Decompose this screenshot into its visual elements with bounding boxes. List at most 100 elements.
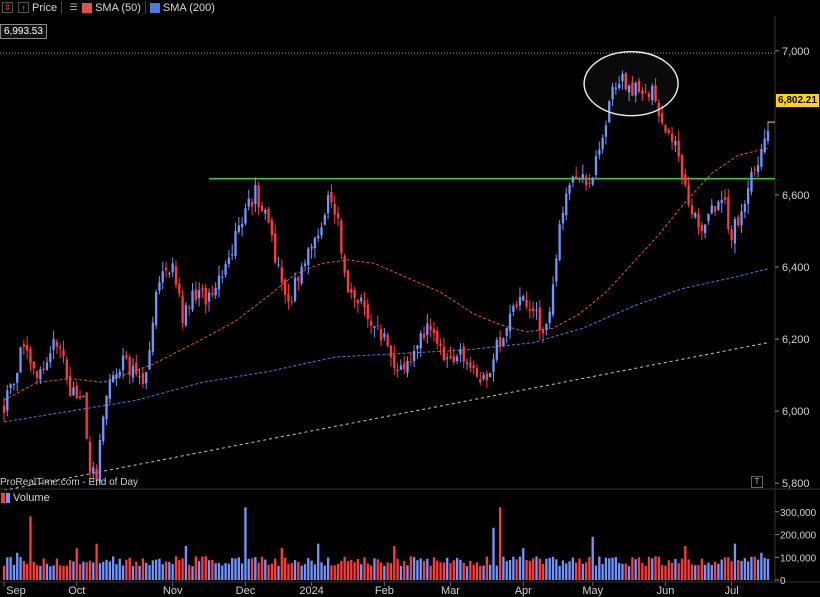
- volume-bar: [59, 565, 62, 580]
- candle-body: [740, 211, 743, 225]
- volume-bar: [475, 562, 479, 580]
- volume-bar: [528, 560, 532, 580]
- candle-body: [733, 219, 737, 244]
- volume-bar: [651, 558, 654, 580]
- candle-body: [131, 365, 135, 378]
- volume-bar: [393, 545, 396, 580]
- volume-bar: [733, 543, 737, 580]
- candle-body: [479, 379, 482, 383]
- volume-bar: [482, 565, 485, 580]
- volume-bar: [416, 560, 419, 580]
- volume-bar: [72, 561, 75, 580]
- candle-body: [191, 290, 194, 310]
- candle-body: [204, 287, 207, 305]
- volume-bar: [207, 560, 211, 580]
- candle-body: [756, 165, 760, 173]
- volume-bar: [684, 545, 687, 580]
- candle-body: [455, 356, 459, 362]
- candle-body: [581, 174, 584, 180]
- candle-body: [128, 357, 131, 376]
- candle-body: [720, 199, 723, 204]
- volume-bar: [601, 563, 604, 580]
- candle-body: [2, 405, 6, 413]
- price-chart[interactable]: 7,000 6,600 6,400 6,200 6,000 5,800 300,000 200…: [0, 0, 820, 597]
- candle-body: [201, 288, 204, 291]
- volume-bar: [290, 563, 293, 580]
- volume-bar: [181, 558, 184, 580]
- candle-body: [730, 229, 733, 241]
- candle-body: [164, 267, 168, 271]
- candle-body: [350, 288, 353, 293]
- settings-icon[interactable]: ☰: [68, 2, 79, 13]
- volume-bar: [221, 565, 224, 580]
- candle-body: [664, 125, 667, 132]
- support-trend-line: [3, 342, 769, 491]
- candle-body: [565, 193, 568, 216]
- candle-body: [502, 338, 505, 346]
- volume-bar: [575, 562, 578, 580]
- candle-body: [257, 185, 260, 208]
- candle-body: [518, 297, 522, 306]
- volume-bar: [240, 563, 244, 580]
- candle-body: [135, 362, 138, 375]
- price-tick-label: 6,600: [782, 190, 810, 202]
- volume-bar: [138, 565, 141, 580]
- volume-bar: [743, 558, 747, 580]
- volume-bar: [558, 565, 561, 580]
- candle-body: [184, 305, 188, 326]
- candle-body: [535, 310, 538, 312]
- volume-bar: [538, 558, 541, 580]
- candle-body: [333, 203, 336, 215]
- volume-bar: [737, 559, 740, 580]
- volume-bar: [121, 565, 125, 580]
- volume-bar: [128, 557, 131, 580]
- volume-bar: [588, 556, 591, 580]
- candle-body: [115, 374, 118, 379]
- time-tick-label: Apr: [515, 585, 532, 597]
- volume-bar: [217, 563, 221, 580]
- volume-tick-label: 100,000: [780, 553, 817, 564]
- volume-bar: [135, 561, 138, 580]
- volume-bar: [694, 565, 697, 580]
- candle-body: [108, 380, 111, 399]
- volume-bar: [227, 563, 231, 580]
- candle-body: [512, 305, 515, 312]
- candle-body: [92, 467, 95, 473]
- collapse-icon[interactable]: ⇳: [2, 2, 13, 13]
- candle-body: [277, 264, 280, 266]
- volume-bar: [479, 565, 482, 580]
- candle-body: [737, 217, 740, 226]
- volume-bar: [16, 552, 19, 580]
- volume-bar: [148, 565, 151, 580]
- candle-body: [194, 289, 197, 300]
- volume-bar: [720, 559, 723, 580]
- volume-swatch-down: [1, 492, 5, 503]
- candle-body: [575, 176, 578, 179]
- volume-bar: [92, 562, 95, 580]
- volume-bar: [326, 557, 330, 580]
- candle-body: [710, 205, 713, 214]
- candle-body: [221, 276, 224, 278]
- volume-bar: [442, 562, 446, 580]
- candle-body: [25, 344, 29, 351]
- volume-bar: [568, 561, 571, 580]
- volume-bar: [2, 565, 6, 580]
- volume-bar: [667, 560, 670, 580]
- index-toggle-button[interactable]: T: [751, 476, 763, 488]
- candle-body: [429, 325, 432, 331]
- volume-bar: [723, 557, 727, 580]
- price-legend-label: Price: [32, 1, 58, 14]
- candle-body: [571, 176, 575, 183]
- chart-type-icon[interactable]: ↑: [18, 2, 29, 13]
- candle-body: [141, 373, 145, 385]
- volume-bar: [19, 556, 22, 580]
- volume-bar: [518, 556, 522, 580]
- volume-bar: [386, 562, 389, 580]
- volume-bar: [118, 558, 121, 580]
- candle-body: [234, 231, 237, 257]
- candle-body: [578, 179, 581, 181]
- volume-bar: [42, 558, 45, 580]
- volume-bar: [373, 558, 376, 580]
- price-tick-label: 6,000: [782, 406, 810, 418]
- volume-bar: [154, 559, 158, 580]
